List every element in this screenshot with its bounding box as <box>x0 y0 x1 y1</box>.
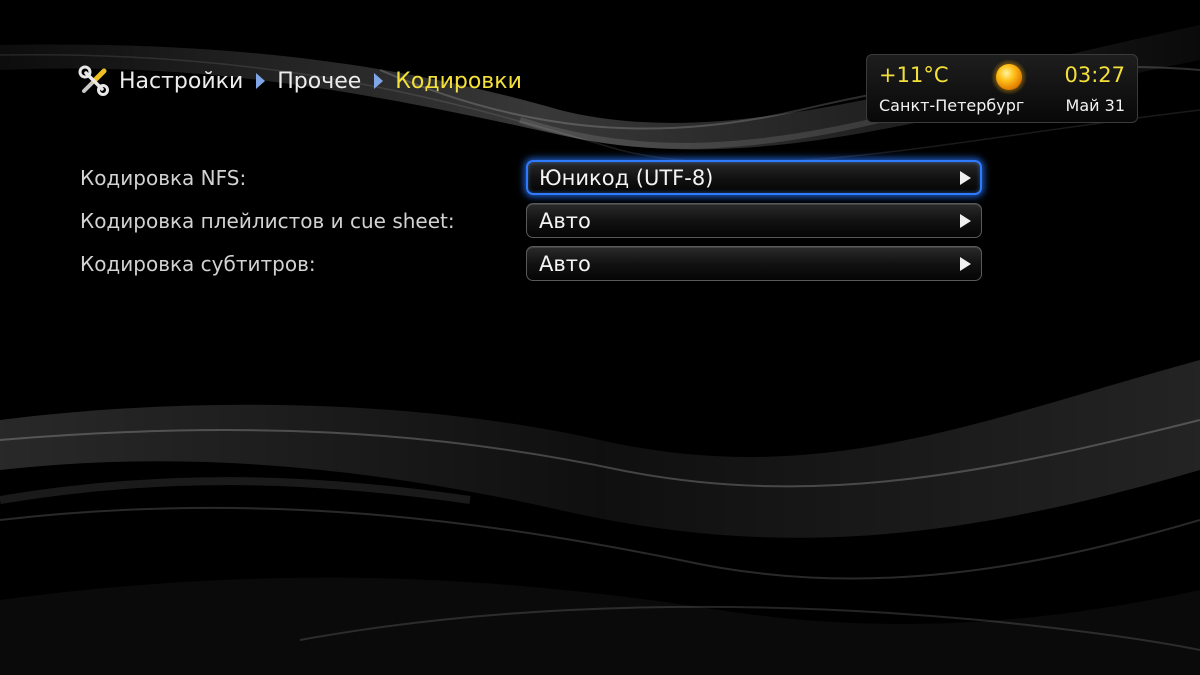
setting-label: Кодировка плейлистов и cue sheet: <box>80 209 455 233</box>
setting-row-playlist-encoding: Кодировка плейлистов и cue sheet: Авто <box>0 203 1200 239</box>
tools-icon <box>78 65 110 97</box>
play-arrow-icon <box>960 171 971 185</box>
setting-row-nfs-encoding: Кодировка NFS: Юникод (UTF-8) <box>0 160 1200 196</box>
setting-label: Кодировка субтитров: <box>80 252 316 276</box>
breadcrumb-item-settings[interactable]: Настройки <box>119 69 243 94</box>
temperature: +11°C <box>879 63 949 87</box>
playlist-encoding-selector[interactable]: Авто <box>526 203 982 238</box>
setting-row-subtitle-encoding: Кодировка субтитров: Авто <box>0 246 1200 282</box>
setting-value: Юникод (UTF-8) <box>539 166 714 190</box>
clock-time: 03:27 <box>1064 63 1125 87</box>
subtitle-encoding-selector[interactable]: Авто <box>526 246 982 281</box>
date: Май 31 <box>1065 96 1125 115</box>
status-widget: +11°C 03:27 Санкт-Петербург Май 31 <box>866 54 1138 123</box>
city-name: Санкт-Петербург <box>879 96 1025 115</box>
setting-label: Кодировка NFS: <box>80 166 247 190</box>
chevron-right-icon <box>256 73 266 89</box>
setting-value: Авто <box>539 252 591 276</box>
breadcrumb-item-other[interactable]: Прочее <box>277 69 361 94</box>
chevron-right-icon <box>374 73 384 89</box>
setting-value: Авто <box>539 209 591 233</box>
play-arrow-icon <box>960 214 971 228</box>
breadcrumb: Настройки Прочее Кодировки <box>78 64 522 98</box>
sun-icon <box>991 59 1027 95</box>
breadcrumb-item-encodings: Кодировки <box>395 68 522 94</box>
play-arrow-icon <box>960 257 971 271</box>
nfs-encoding-selector[interactable]: Юникод (UTF-8) <box>526 160 982 195</box>
